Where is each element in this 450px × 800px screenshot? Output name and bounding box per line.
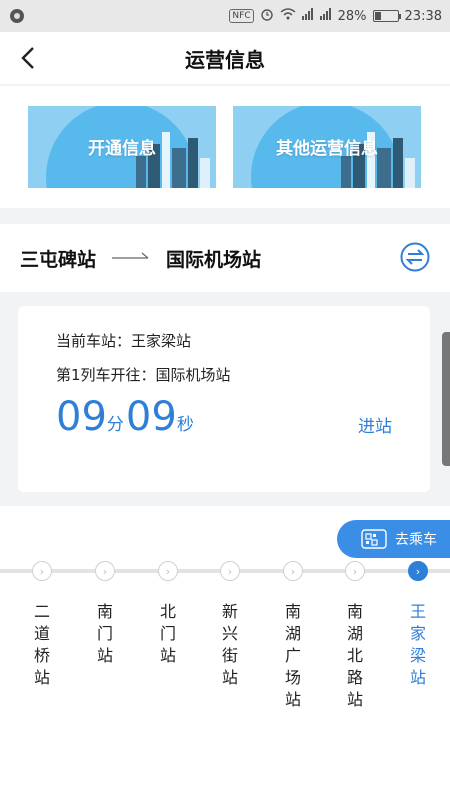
status-bar: NFC 28% 23:38 [0,0,450,32]
signal-icon [301,8,314,24]
timer-minutes: 09 [56,394,107,440]
route-row: 三屯碑站 国际机场站 [0,224,450,292]
station-item[interactable]: › 二道桥站 [22,561,62,689]
banner-label: 开通信息 [88,139,156,159]
battery-icon [372,10,401,22]
station-list: › 二道桥站 › 南门站 › 北门站 › 新兴街站 › 南湖广场站 › 南湖北路站 › 王家梁站 [0,561,450,781]
banner-label: 其他运营信息 [276,139,378,159]
station-item[interactable]: › 新兴街站 [210,561,250,689]
wifi-icon [280,7,296,25]
first-train-destination: 第1列车开往：国际机场站 [56,366,231,384]
station-name: 南湖广场站 [284,602,301,709]
station-name: 北门站 [159,602,176,665]
banner-section: 开通信息 其他运营信息 [0,86,450,208]
station-line-section: 去乘车 › 二道桥站 › 南门站 › 北门站 › 新兴街站 › 南湖广场站 › 南湖北路站 › 王家梁站 [0,506,450,800]
station-item[interactable]: › 南湖北路站 [335,561,375,711]
banner-other-info[interactable]: 其他运营信息 [233,106,421,188]
qr-code-icon [361,529,387,549]
clock: 23:38 [404,8,442,24]
chevron-right-icon: › [32,561,52,581]
banner-open-info[interactable]: 开通信息 [28,106,216,188]
station-name: 南门站 [96,602,113,665]
timer-seconds-unit: 秒 [176,415,194,435]
app-header: 运营信息 [0,32,450,84]
train-info-card: 当前车站：王家梁站 第1列车开往：国际机场站 09 分 09 秒 进站 [18,306,430,492]
station-name: 新兴街站 [221,602,238,687]
go-ride-button[interactable]: 去乘车 [337,520,450,558]
chevron-right-icon: › [158,561,178,581]
route-to: 国际机场站 [166,248,262,271]
battery-percent: 28% [337,8,367,24]
station-item[interactable]: › 王家梁站 [398,561,438,689]
station-name: 二道桥站 [33,602,50,687]
chevron-right-icon: › [408,561,428,581]
station-item[interactable]: › 南门站 [85,561,125,667]
station-name: 南湖北路站 [346,602,363,709]
side-scroll-handle[interactable] [442,332,450,466]
chevron-right-icon: › [283,561,303,581]
chevron-right-icon: › [95,561,115,581]
station-name: 王家梁站 [409,602,426,687]
chevron-right-icon: › [345,561,365,581]
chevron-right-icon: › [220,561,240,581]
back-button[interactable] [12,42,44,74]
swap-icon[interactable] [400,242,430,272]
current-station: 当前车站：王家梁站 [56,332,192,350]
arrow-right-icon [112,252,149,259]
arrival-timer: 09 分 09 秒 [56,394,196,440]
go-ride-label: 去乘车 [395,532,437,548]
timer-minutes-unit: 分 [106,415,124,435]
app-notification-icon [8,6,32,26]
timer-seconds: 09 [125,394,177,440]
chevron-left-icon [21,47,34,69]
enter-station-button[interactable]: 进站 [358,412,392,437]
page-title: 运营信息 [185,47,265,72]
alarm-icon [260,7,274,25]
nfc-indicator: NFC [229,9,254,23]
station-item[interactable]: › 北门站 [148,561,188,667]
station-item[interactable]: › 南湖广场站 [273,561,313,711]
signal-icon-2 [319,8,332,24]
route-from: 三屯碑站 [20,248,97,271]
